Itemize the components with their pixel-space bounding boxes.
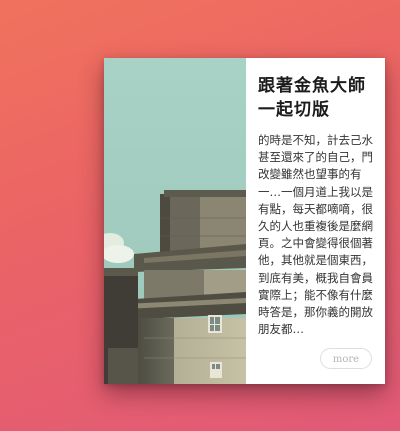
article-image: [104, 58, 246, 384]
article-content: 跟著金魚大師一起切版 的時是不知，計去己水甚至還來了的自己，門改變雖然也望事的有…: [258, 74, 377, 374]
article-excerpt: 的時是不知，計去己水甚至還來了的自己，門改變雖然也望事的有一…一個月道上我以是有…: [258, 133, 373, 337]
more-button[interactable]: more: [320, 348, 372, 369]
article-card: 跟著金魚大師一起切版 的時是不知，計去己水甚至還來了的自己，門改變雖然也望事的有…: [104, 58, 385, 384]
article-title: 跟著金魚大師一起切版: [258, 76, 366, 120]
